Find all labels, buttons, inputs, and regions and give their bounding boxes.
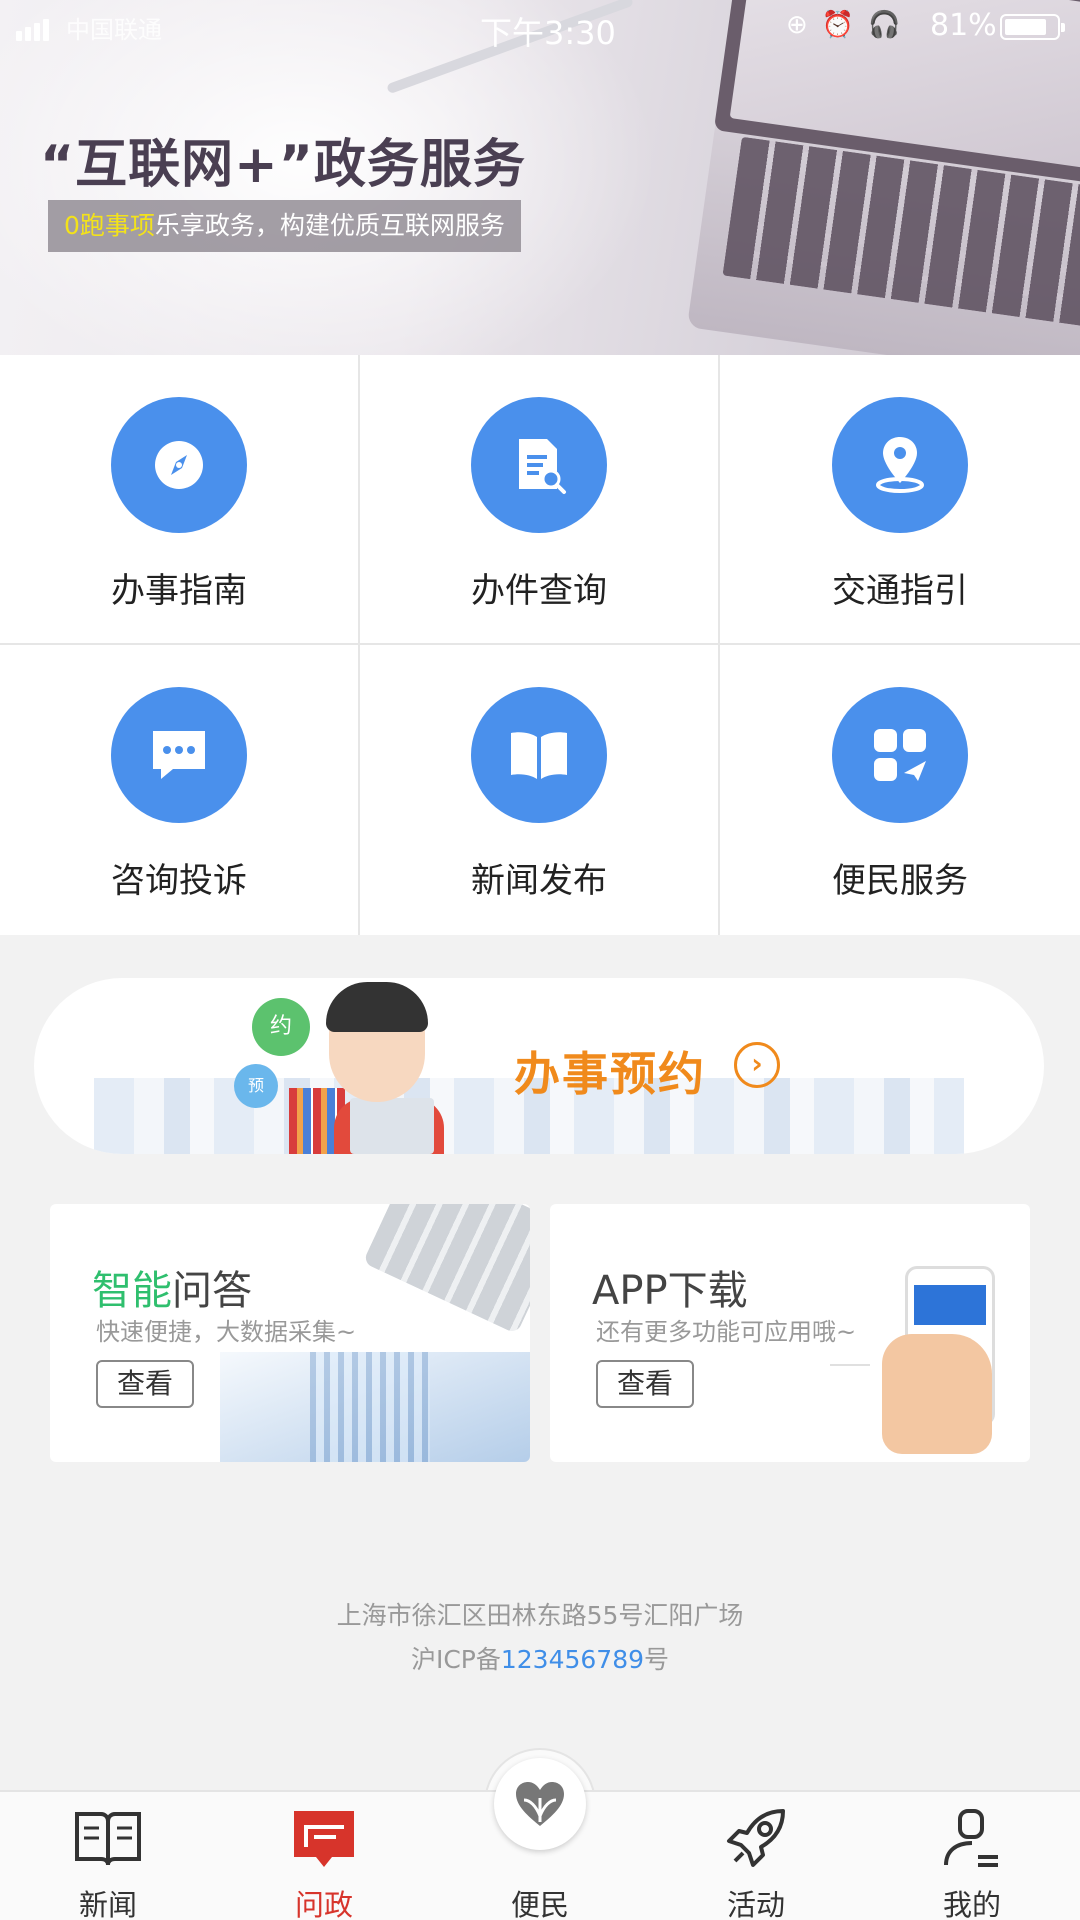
service-convenience[interactable]: 便民服务	[720, 645, 1080, 935]
service-label: 咨询投诉	[111, 861, 247, 901]
view-button[interactable]: 查看	[96, 1360, 194, 1408]
tab-label: 活动	[726, 1888, 785, 1920]
rocket-icon	[720, 1806, 792, 1872]
tab-label: 问政	[294, 1888, 353, 1920]
alarm-icon: ⏰	[821, 10, 869, 40]
service-label: 新闻发布	[471, 861, 607, 901]
service-label: 交通指引	[832, 571, 968, 611]
tab-news[interactable]: 新闻	[38, 1800, 178, 1920]
service-label: 办件查询	[471, 571, 607, 611]
compass-icon	[111, 397, 247, 533]
service-label: 办事指南	[111, 571, 247, 611]
icp-number-link[interactable]: 123456789	[501, 1645, 644, 1674]
smart-qa-card[interactable]: 智能问答 快速便捷，大数据采集~ 查看	[50, 1204, 530, 1462]
service-query[interactable]: 办件查询	[360, 355, 720, 645]
location-pin-icon	[832, 397, 968, 533]
icp-prefix: 沪ICP备	[410, 1645, 501, 1674]
person-hair-illustration	[326, 982, 428, 1032]
carrier-name: 中国联通	[66, 16, 162, 44]
politics-icon	[288, 1806, 360, 1872]
card-title: APP下载	[592, 1258, 748, 1316]
tab-label: 便民	[510, 1888, 569, 1920]
card-title-text: APP下载	[592, 1268, 748, 1314]
status-icons: ⊕⏰🎧	[786, 10, 915, 40]
tab-politics[interactable]: 问政	[254, 1800, 394, 1920]
tab-label: 新闻	[78, 1888, 137, 1920]
chat-bubble-icon	[111, 687, 247, 823]
view-button[interactable]: 查看	[596, 1360, 694, 1408]
apps-grid-icon	[832, 687, 968, 823]
banner-subtitle: 0跑事项乐享政务，构建优质互联网服务	[48, 200, 521, 252]
news-book-icon	[72, 1806, 144, 1872]
icp-suffix: 号	[644, 1645, 670, 1674]
battery-icon	[1000, 14, 1065, 40]
balloon-yu: 预	[234, 1064, 278, 1108]
service-news[interactable]: 新闻发布	[360, 645, 720, 935]
card-description: 快速便捷，大数据采集~	[96, 1318, 357, 1346]
divider-decoration	[830, 1364, 870, 1366]
chevron-right-circle-icon: ›	[734, 1042, 780, 1088]
banner-subtitle-text: 乐享政务，构建优质互联网服务	[154, 211, 505, 240]
tab-mine[interactable]: 我的	[902, 1800, 1042, 1920]
headphones-icon: 🎧	[868, 10, 915, 40]
appointment-banner[interactable]: 约 预 办事预约 ›	[34, 978, 1044, 1154]
rotation-lock-icon: ⊕	[786, 10, 822, 40]
service-consult[interactable]: 咨询投诉	[0, 645, 360, 935]
battery-percent: 81%	[930, 8, 997, 43]
tab-label: 我的	[942, 1888, 1001, 1920]
card-title-highlight: 智能	[92, 1268, 172, 1314]
user-icon	[936, 1806, 1008, 1872]
status-bar: 中国联通 下午3:30 ⊕⏰🎧 81%	[0, 0, 1080, 54]
banner-subtitle-highlight: 0跑事项	[64, 211, 155, 240]
service-label: 便民服务	[832, 861, 968, 901]
card-title-text: 问答	[172, 1268, 252, 1314]
balloon-yue: 约	[252, 998, 310, 1056]
buildings-decoration	[220, 1352, 530, 1462]
signal-icon	[16, 14, 52, 49]
service-guide[interactable]: 办事指南	[0, 355, 360, 645]
footer-icp: 沪ICP备123456789号	[0, 1640, 1080, 1676]
hand-illustration	[882, 1334, 992, 1454]
tab-activity[interactable]: 活动	[686, 1800, 826, 1920]
open-book-icon	[471, 687, 607, 823]
footer-address: 上海市徐汇区田林东路55号汇阳广场	[336, 1601, 744, 1630]
document-search-icon	[471, 397, 607, 533]
tab-convenience[interactable]: 便民	[470, 1800, 610, 1920]
app-download-card[interactable]: APP下载 还有更多功能可应用哦~ 查看	[550, 1204, 1030, 1462]
card-description: 还有更多功能可应用哦~	[596, 1318, 857, 1346]
card-title: 智能问答	[92, 1258, 252, 1316]
person-laptop-illustration	[350, 1098, 434, 1154]
appointment-title: 办事预约	[514, 1047, 706, 1101]
service-traffic[interactable]: 交通指引	[720, 355, 1080, 645]
service-grid: 办事指南 办件查询 交通指引 咨询投诉 新闻发布 便民服务	[0, 355, 1080, 935]
banner-title: “互联网+”政务服务	[40, 135, 526, 195]
keyboard-decoration	[362, 1204, 530, 1335]
status-time: 下午3:30	[480, 14, 616, 52]
